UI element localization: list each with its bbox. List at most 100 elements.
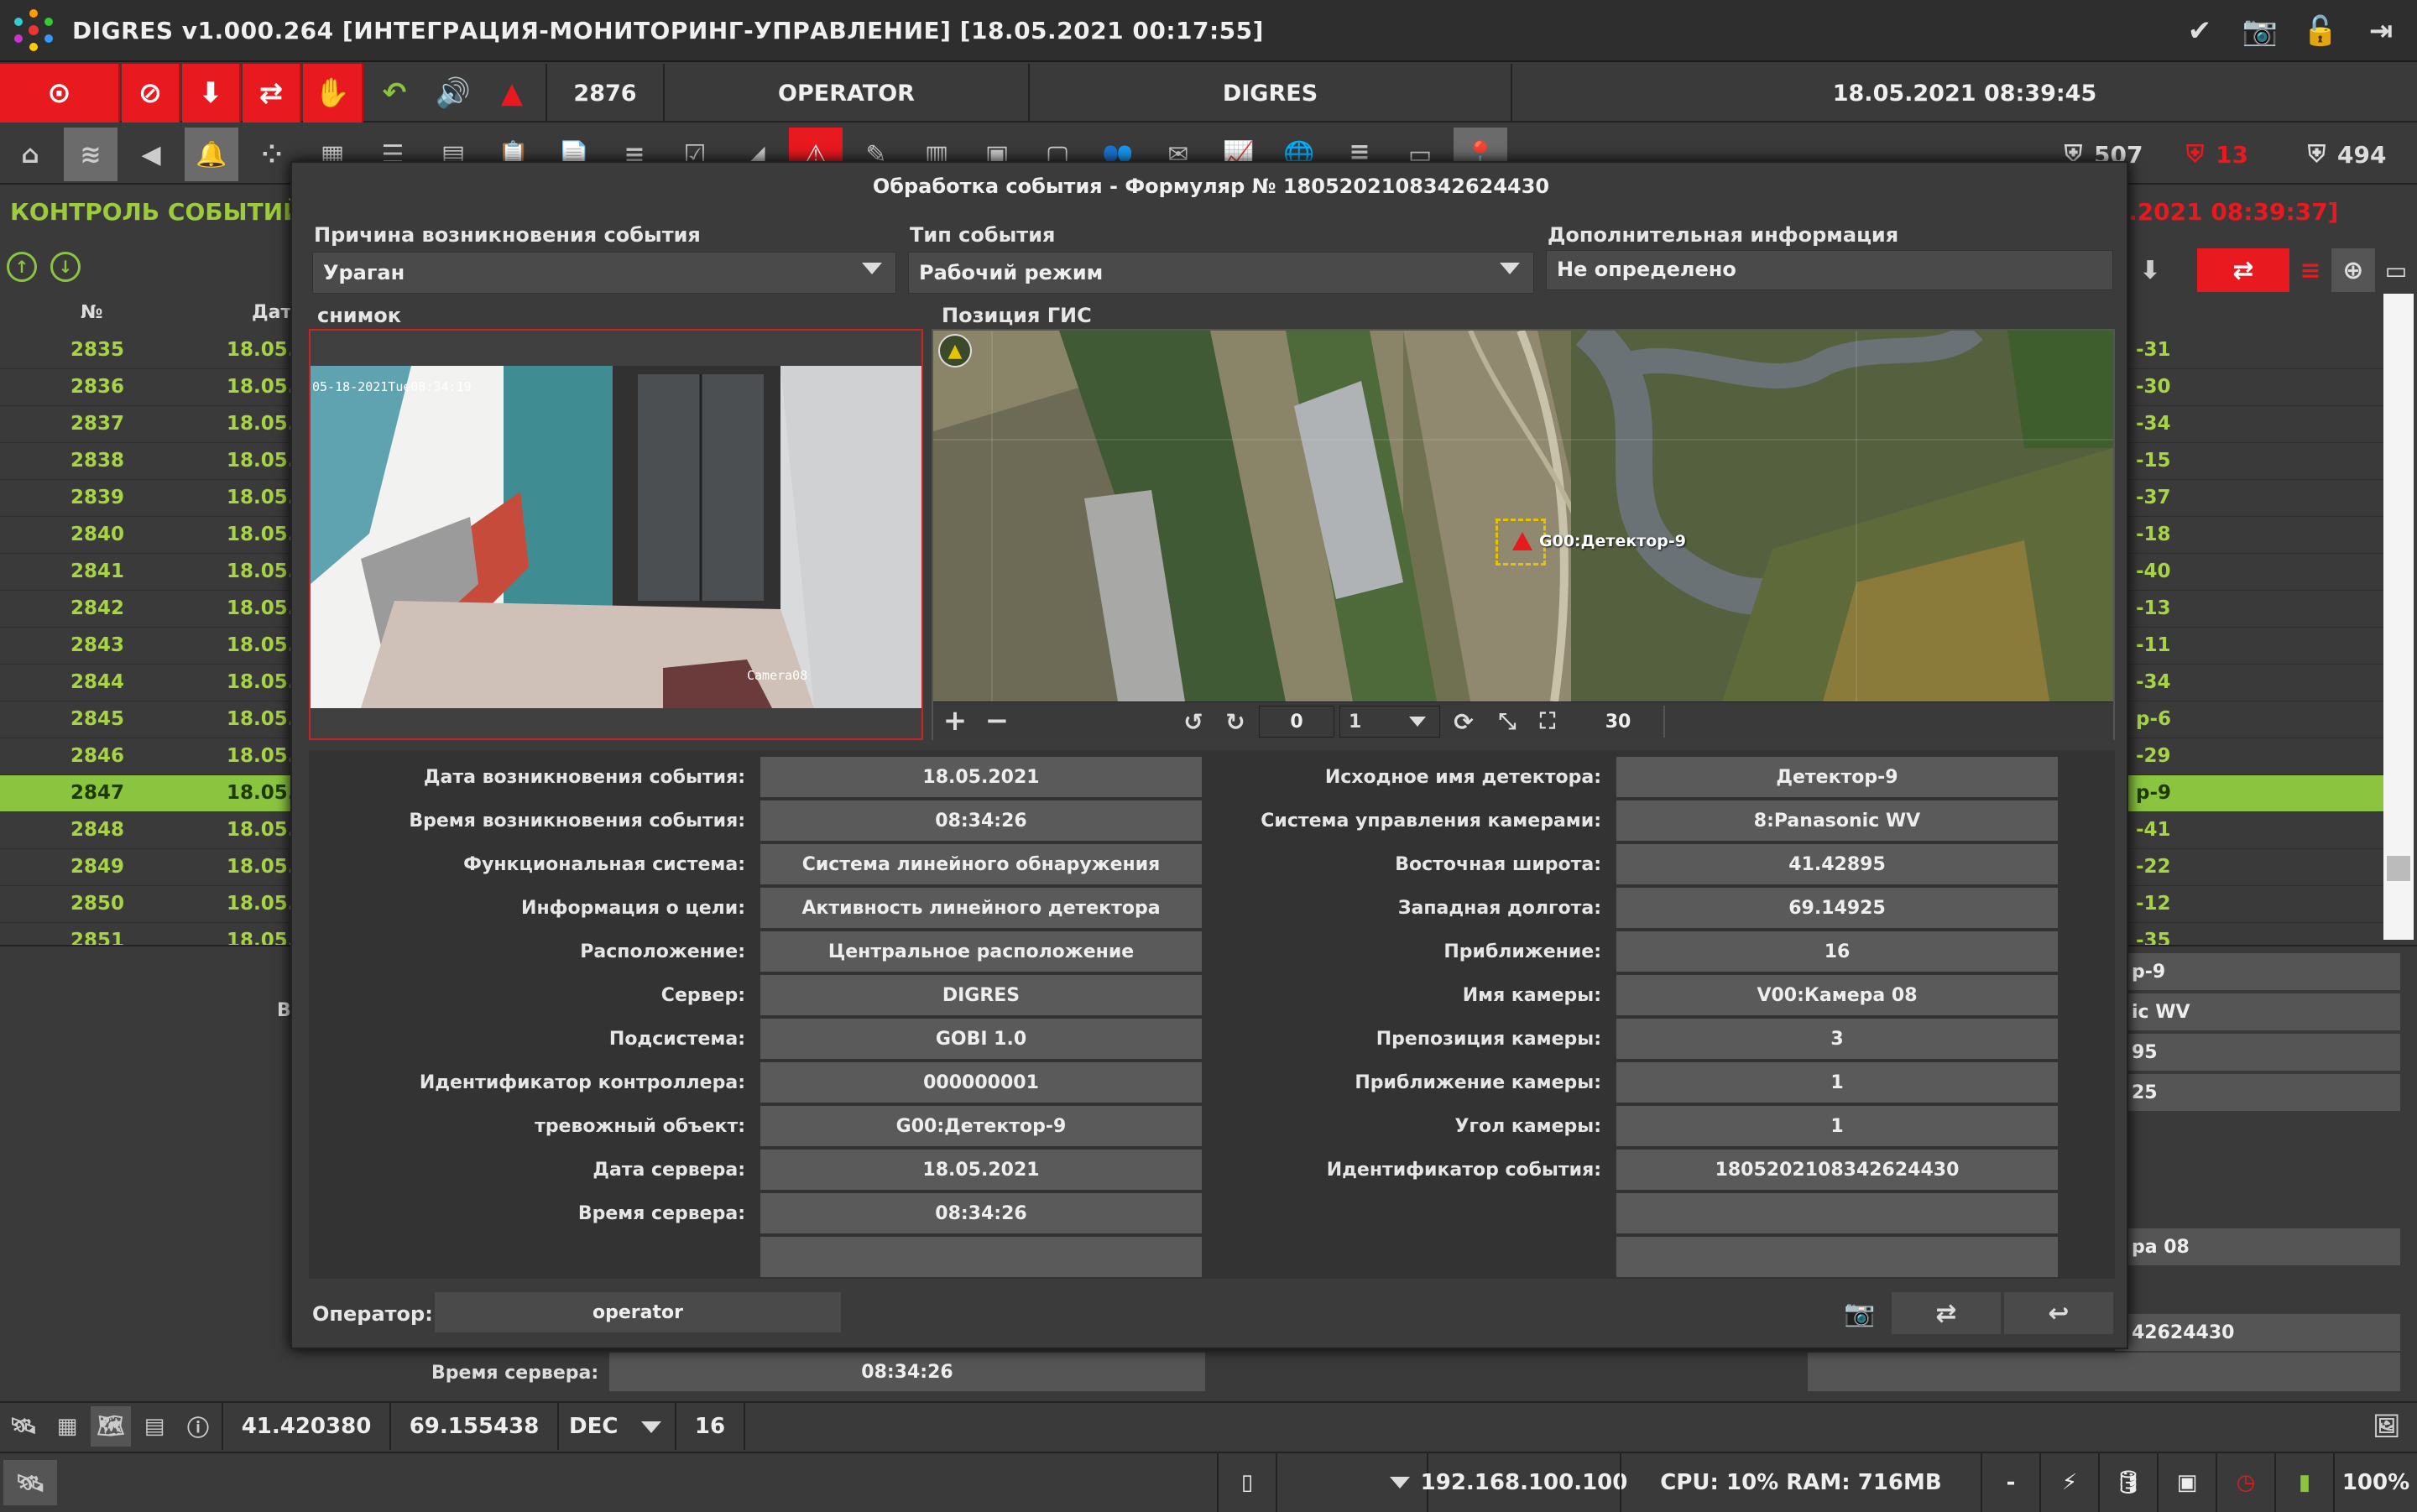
field-label: Подсистема: bbox=[608, 1029, 745, 1050]
calendar-icon[interactable]: ▤ bbox=[134, 1406, 175, 1447]
grid-icon[interactable]: ▦ bbox=[47, 1406, 87, 1447]
row-number: 2844 bbox=[70, 671, 125, 693]
type-value: Рабочий режим bbox=[919, 261, 1104, 284]
zoom-out-icon[interactable]: − bbox=[982, 704, 1012, 738]
detail-value: ic WV bbox=[2115, 993, 2400, 1030]
export-icon[interactable]: ⬇ bbox=[2123, 248, 2177, 292]
rotate-right-icon[interactable]: ↻ bbox=[1219, 706, 1252, 738]
speaker-icon[interactable]: 🔊 bbox=[424, 64, 483, 123]
shield-check-icon: ⛨ bbox=[2308, 140, 2326, 168]
transfer-red-icon[interactable]: ⇄ bbox=[2197, 248, 2289, 292]
device-select[interactable] bbox=[1276, 1453, 1427, 1512]
info-field[interactable]: Не определено bbox=[1546, 250, 2113, 290]
logout-icon[interactable]: ⇥ bbox=[2362, 12, 2400, 50]
compass-icon[interactable]: ▲ bbox=[938, 334, 972, 368]
bell-icon[interactable]: 🔔 bbox=[185, 128, 238, 181]
events-panel-time: .2021 08:39:37] bbox=[2128, 198, 2339, 226]
hand-stop-icon[interactable]: ✋ bbox=[303, 64, 363, 123]
camera-icon[interactable]: 📷 bbox=[1835, 1292, 1885, 1334]
gis-map[interactable]: ▲ G00:Детектор-9 bbox=[933, 331, 2113, 701]
measure-icon[interactable]: ⤡ bbox=[1490, 706, 1524, 738]
connection-icon[interactable]: ⚡ bbox=[2039, 1453, 2098, 1512]
download-icon[interactable]: ⬇ bbox=[182, 64, 241, 123]
message-icon[interactable]: ▭ bbox=[2375, 248, 2417, 292]
row-detail: -41 bbox=[2136, 819, 2171, 841]
detail-value: р-9 bbox=[2115, 953, 2400, 990]
warning-triangle-icon bbox=[1512, 532, 1532, 550]
field-value: G00:Детектор-9 bbox=[760, 1106, 1202, 1146]
alarm-check-icon[interactable]: ⊘ bbox=[122, 64, 180, 123]
refresh-icon[interactable]: ⟳ bbox=[1447, 706, 1480, 738]
zoom-in-icon[interactable]: + bbox=[940, 704, 970, 738]
satellite-status-icon[interactable]: 🛰 bbox=[3, 1460, 57, 1505]
snapshot-image[interactable]: 05-18-2021Tue08:34:19 Camera08 bbox=[311, 366, 921, 708]
chevron-down-icon bbox=[862, 263, 882, 274]
rotate-left-icon[interactable]: ↺ bbox=[1177, 706, 1210, 738]
transfer-icon[interactable]: ⇄ bbox=[243, 64, 301, 123]
window-title: DIGRES v1.000.264 [ИНТЕГРАЦИЯ-МОНИТОРИНГ… bbox=[72, 16, 1264, 44]
crosshair-icon[interactable]: ⊕ bbox=[2331, 248, 2375, 292]
lock-icon[interactable]: 🔓 bbox=[2301, 12, 2340, 50]
status-bar: 🛰 ▯ 192.168.100.100 CPU: 10% RAM: 716MB … bbox=[0, 1452, 2417, 1512]
field-value: Система линейного обнаружения bbox=[760, 844, 1202, 884]
layers-icon[interactable]: ≋ bbox=[64, 128, 117, 181]
satellite-icon[interactable]: 🛰 bbox=[3, 1406, 44, 1447]
storage-icon[interactable]: ▣ bbox=[2157, 1453, 2216, 1512]
target-icon[interactable]: ⊙ bbox=[0, 64, 120, 123]
field-value: 8:Panasonic WV bbox=[1616, 800, 2058, 841]
back-circle-icon[interactable]: ◀ bbox=[124, 128, 178, 181]
coord-format-select[interactable]: DEC bbox=[557, 1403, 675, 1450]
field-label: Расположение: bbox=[580, 941, 745, 962]
cpu-ram-status: CPU: 10% RAM: 716MB bbox=[1620, 1453, 1981, 1512]
siren-icon[interactable]: ▲ bbox=[483, 64, 541, 123]
transfer-icon[interactable]: ⇄ bbox=[1892, 1292, 2001, 1334]
sd-card-icon[interactable]: ▯ bbox=[1217, 1453, 1276, 1512]
ip-address: 192.168.100.100 bbox=[1421, 1453, 1627, 1512]
map-icon[interactable]: 🗺 bbox=[91, 1406, 131, 1447]
field-value: 16 bbox=[1616, 931, 2058, 972]
chevron-down-icon bbox=[1500, 263, 1520, 274]
check-circle-icon[interactable]: ✔ bbox=[2180, 12, 2219, 50]
info-icon[interactable]: ⓘ bbox=[178, 1406, 218, 1447]
zoom-level: 16 bbox=[675, 1403, 745, 1450]
coordinates-bar: 🛰 ▦ 🗺 ▤ ⓘ 41.420380 69.155438 DEC 16 🖼 bbox=[0, 1401, 2417, 1450]
row-number: 2850 bbox=[70, 893, 125, 915]
reply-icon[interactable]: ↩ bbox=[2004, 1292, 2113, 1334]
fullscreen-icon[interactable]: ⛶ bbox=[1531, 706, 1564, 738]
scrollbar[interactable] bbox=[2383, 294, 2414, 940]
rotation-field[interactable]: 0 bbox=[1259, 706, 1334, 738]
field-value: 08:34:26 bbox=[760, 800, 1202, 841]
row-detail: -34 bbox=[2136, 413, 2171, 435]
row-detail: -18 bbox=[2136, 524, 2171, 545]
undo-icon[interactable]: ↶ bbox=[365, 64, 424, 123]
camera-icon[interactable]: 📷 bbox=[2241, 12, 2279, 50]
operator-field[interactable]: operator bbox=[435, 1292, 841, 1332]
title-bar: DIGRES v1.000.264 [ИНТЕГРАЦИЯ-МОНИТОРИНГ… bbox=[0, 0, 2417, 62]
row-number: 2837 bbox=[70, 413, 125, 435]
detector-marker-label: G00:Детектор-9 bbox=[1539, 532, 1687, 550]
snapshot-camera-name: Camera08 bbox=[747, 668, 808, 683]
field-label: Западная долгота: bbox=[1397, 898, 1601, 919]
image-icon[interactable]: 🖼 bbox=[2367, 1406, 2407, 1447]
battery-icon: ▮ bbox=[2274, 1453, 2333, 1512]
row-detail: р-6 bbox=[2136, 708, 2172, 730]
events-panel-title: КОНТРОЛЬ СОБЫТИЙ bbox=[10, 198, 303, 226]
scroll-down-icon[interactable]: ↓ bbox=[50, 252, 81, 282]
info-label: Дополнительная информация bbox=[1548, 223, 1899, 247]
scroll-up-icon[interactable]: ↑ bbox=[7, 252, 37, 282]
scrollbar-thumb[interactable] bbox=[2387, 856, 2410, 881]
row-number: 2847 bbox=[70, 782, 125, 804]
home-icon[interactable]: ⌂ bbox=[3, 128, 57, 181]
main-toolbar: ⊙ ⊘ ⬇ ⇄ ✋ ↶ 🔊 ▲ 2876 OPERATOR DIGRES 18.… bbox=[0, 64, 2417, 123]
type-select[interactable]: Рабочий режим bbox=[908, 252, 1534, 294]
chevron-down-icon bbox=[1390, 1477, 1410, 1489]
row-number: 2851 bbox=[70, 930, 125, 945]
server-time-right-field bbox=[1808, 1353, 2400, 1391]
clock-alert-icon[interactable]: ◷ bbox=[2216, 1453, 2274, 1512]
map-zoom-field[interactable]: 30 bbox=[1573, 706, 1665, 738]
layer-select[interactable]: 1 bbox=[1339, 706, 1440, 738]
cause-value: Ураган bbox=[323, 261, 405, 284]
database-icon[interactable]: 🛢 bbox=[2098, 1453, 2157, 1512]
filter-icon[interactable]: ≡ bbox=[2289, 248, 2331, 292]
cause-select[interactable]: Ураган bbox=[312, 252, 896, 294]
